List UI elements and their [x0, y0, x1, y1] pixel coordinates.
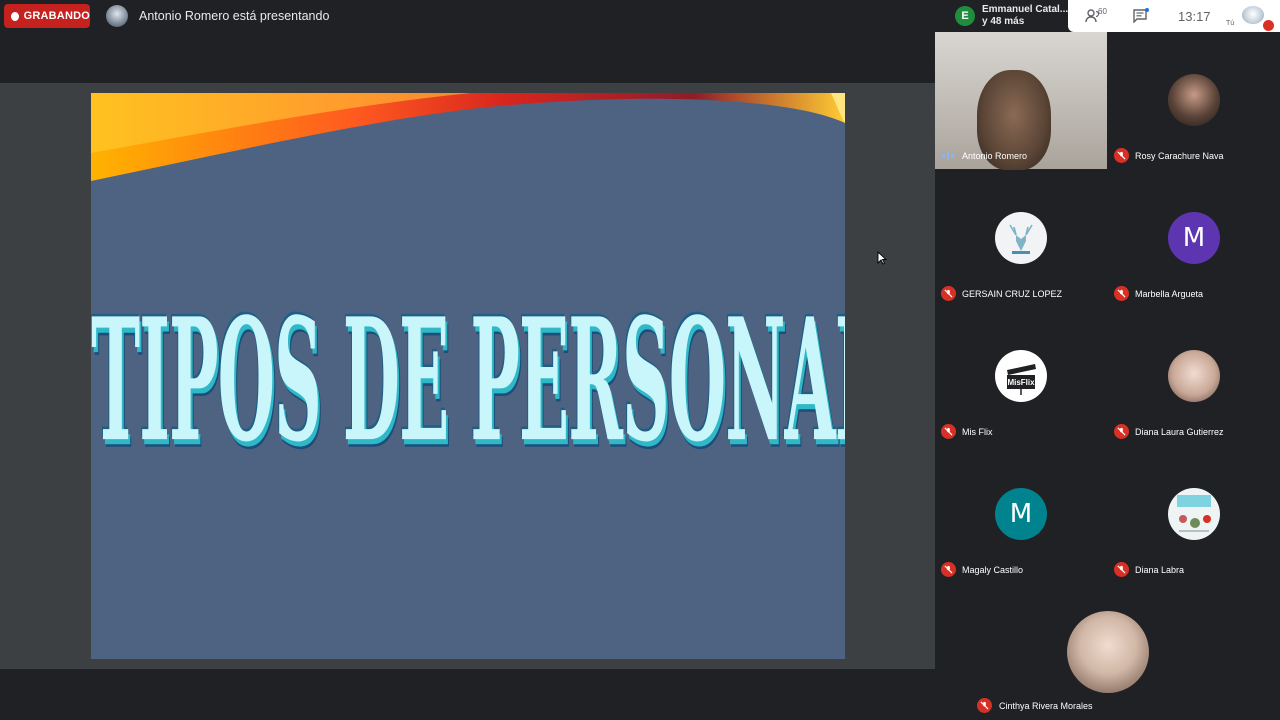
mic-off-icon: [941, 286, 956, 301]
self-label: Tú: [1226, 20, 1235, 27]
participant-name: Marbella Argueta: [1135, 289, 1204, 299]
deer-icon: [1009, 224, 1033, 254]
participant-tile[interactable]: MisFlix Mis Flix: [935, 308, 1107, 445]
participant-name: Diana Laura Gutierrez: [1135, 427, 1224, 437]
participant-tile[interactable]: Rosy Carachure Nava: [1108, 32, 1280, 169]
participant-name: Antonio Romero: [962, 151, 1028, 161]
recording-label: GRABANDO: [23, 10, 90, 22]
participant-name: Magaly Castillo: [962, 565, 1024, 575]
participant-count: 60: [1098, 7, 1107, 16]
clapperboard-icon: MisFlix: [1007, 364, 1036, 395]
speaking-indicator-icon: [942, 152, 955, 160]
participant-name: Cinthya Rivera Morales: [999, 701, 1093, 711]
misflix-logo-avatar: MisFlix: [995, 350, 1047, 402]
participant-avatar: [1168, 488, 1220, 540]
mic-off-icon: [1114, 424, 1129, 439]
chat-notification-dot: [1145, 8, 1149, 12]
meeting-controls-panel: 60 13:17 Tú: [1068, 0, 1280, 32]
participant-avatar: [1168, 74, 1220, 126]
participant-name: Rosy Carachure Nava: [1135, 151, 1224, 161]
deer-logo-avatar: [995, 212, 1047, 264]
participant-tile[interactable]: Diana Labra: [1108, 446, 1280, 583]
presenter-avatar: [106, 5, 128, 27]
active-speaker-more: y 48 más: [982, 16, 1025, 27]
participant-tile[interactable]: Diana Laura Gutierrez: [1108, 308, 1280, 445]
active-speaker-name: Emmanuel Catal...: [982, 4, 1069, 15]
participant-name: Mis Flix: [962, 427, 993, 437]
slide-title: TIPOS DE PERSONALIDADES: [91, 281, 845, 480]
recording-dot-icon: [11, 11, 19, 21]
mouse-cursor-icon: [877, 251, 887, 265]
illustration-icon: [1177, 495, 1211, 532]
mic-off-icon: [1114, 562, 1129, 577]
mic-off-icon: [941, 562, 956, 577]
participant-initial-avatar: M: [1168, 212, 1220, 264]
participant-avatar: [1168, 350, 1220, 402]
mic-off-icon: [1114, 286, 1129, 301]
presentation-stage: TIPOS DE PERSONALIDADES: [0, 83, 935, 669]
participant-grid: Antonio Romero Rosy Carachure Nava GERSA…: [935, 32, 1280, 583]
participant-name: GERSAIN CRUZ LOPEZ: [962, 289, 1063, 299]
participant-tile[interactable]: Cinthya Rivera Morales: [971, 583, 1243, 720]
meeting-clock: 13:17: [1178, 9, 1211, 24]
participant-tile[interactable]: M Magaly Castillo: [935, 446, 1107, 583]
mic-off-icon: [1114, 148, 1129, 163]
mic-off-icon: [941, 424, 956, 439]
participant-tile[interactable]: Antonio Romero: [935, 32, 1107, 170]
participant-initial-avatar: M: [995, 488, 1047, 540]
mic-off-icon: [977, 698, 992, 713]
participant-name: Diana Labra: [1135, 565, 1185, 575]
participant-tile[interactable]: M Marbella Argueta: [1108, 170, 1280, 307]
active-speaker-avatar: E: [955, 6, 975, 26]
self-mic-off-icon: [1263, 20, 1274, 31]
slide-decoration: [91, 93, 845, 181]
presentation-slide: TIPOS DE PERSONALIDADES: [91, 93, 845, 659]
misflix-logo-text: MisFlix: [1007, 378, 1035, 387]
self-avatar[interactable]: [1242, 6, 1264, 24]
recording-badge: GRABANDO: [4, 4, 90, 28]
participant-tile[interactable]: GERSAIN CRUZ LOPEZ: [935, 170, 1107, 307]
presenting-status: Antonio Romero está presentando: [139, 9, 330, 23]
top-right-bar: E Emmanuel Catal... y 48 más 60 13:17 Tú: [948, 0, 1280, 32]
participant-avatar: [1067, 611, 1149, 693]
